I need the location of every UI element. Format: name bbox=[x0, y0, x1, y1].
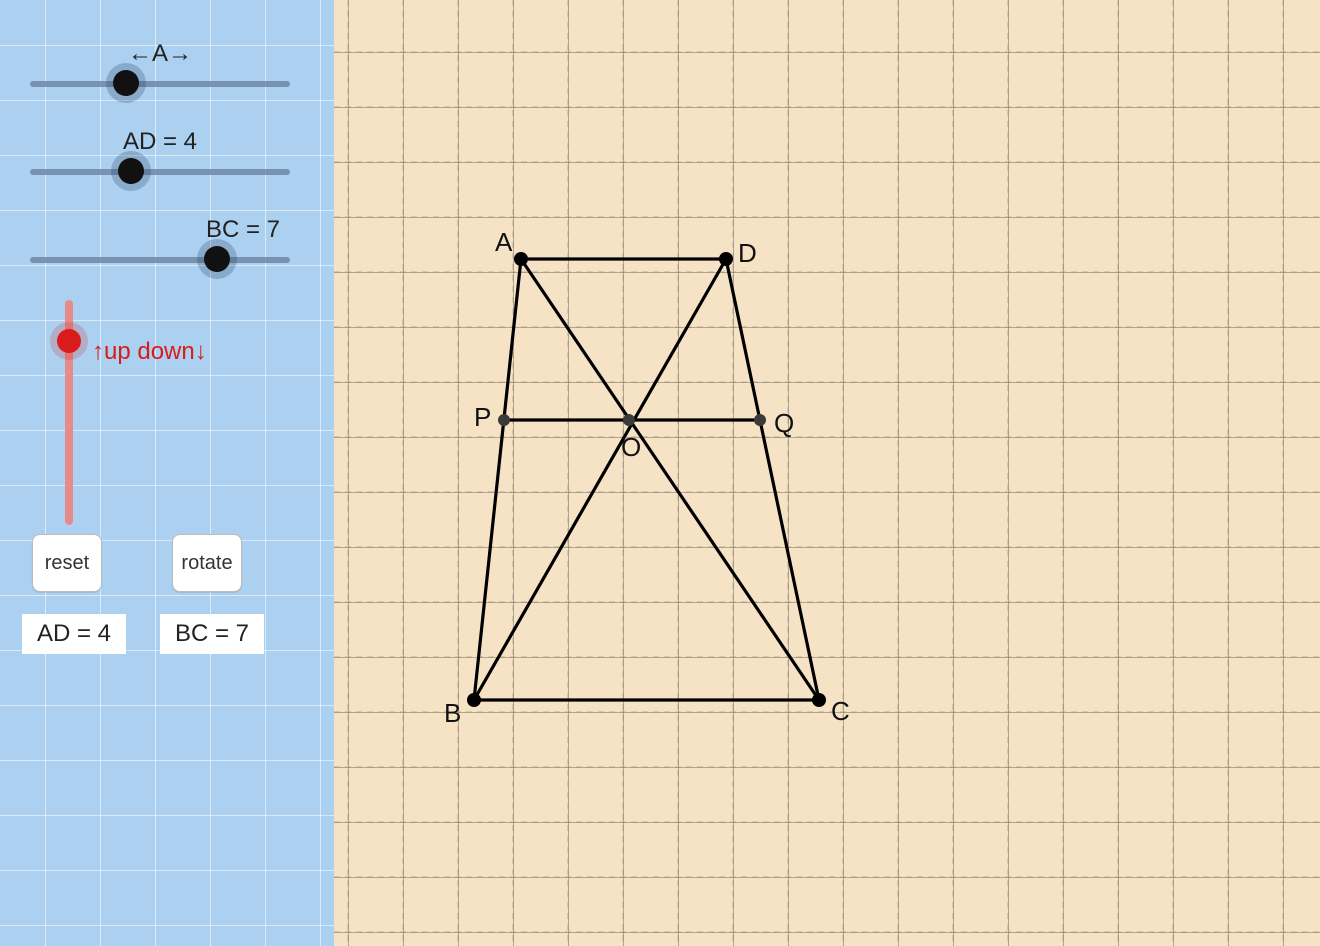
rotate-button-label: rotate bbox=[181, 552, 232, 575]
grid-lines bbox=[334, 0, 1320, 946]
label-Q: Q bbox=[774, 408, 794, 438]
slider-ad-thumb[interactable] bbox=[118, 158, 144, 184]
point-C bbox=[812, 693, 826, 707]
slider-a-thumb[interactable] bbox=[113, 70, 139, 96]
reset-button[interactable]: reset bbox=[32, 534, 102, 592]
edge-AC bbox=[521, 259, 819, 700]
label-A: A bbox=[495, 227, 513, 257]
slider-updown[interactable] bbox=[56, 300, 88, 525]
point-B bbox=[467, 693, 481, 707]
grid-vertical bbox=[348, 0, 1283, 946]
rotate-button[interactable]: rotate bbox=[172, 534, 242, 592]
point-Q bbox=[754, 414, 766, 426]
slider-ad[interactable]: AD = 4 bbox=[30, 128, 290, 182]
slider-bc-thumb[interactable] bbox=[204, 246, 230, 272]
reset-button-label: reset bbox=[45, 552, 89, 575]
slider-bc[interactable]: BC = 7 bbox=[30, 216, 290, 270]
readout-bc: BC = 7 bbox=[160, 614, 264, 654]
edge-BD bbox=[474, 259, 726, 700]
label-D: D bbox=[738, 238, 757, 268]
label-B: B bbox=[444, 698, 461, 728]
readout-bc-text: BC = 7 bbox=[175, 620, 249, 648]
slider-updown-thumb[interactable] bbox=[57, 329, 81, 353]
point-D bbox=[719, 252, 733, 266]
point-A bbox=[514, 252, 528, 266]
slider-ad-track[interactable] bbox=[30, 162, 290, 182]
grid-horizontal bbox=[334, 0, 1320, 932]
sidebar-panel: ←A→ AD = 4 BC = 7 ↑up down↓ res bbox=[0, 0, 334, 946]
point-O bbox=[623, 414, 635, 426]
geometry-svg: A D B C O P Q bbox=[334, 0, 1320, 946]
slider-a[interactable]: ←A→ bbox=[30, 40, 290, 94]
slider-updown-label: ↑up down↓ bbox=[92, 338, 207, 366]
readout-ad-text: AD = 4 bbox=[37, 620, 111, 648]
slider-bc-track[interactable] bbox=[30, 250, 290, 270]
slider-bc-label: BC = 7 bbox=[30, 216, 290, 244]
edge-AB bbox=[474, 259, 521, 700]
label-C: C bbox=[831, 696, 850, 726]
label-P: P bbox=[474, 402, 491, 432]
label-O: O bbox=[621, 432, 641, 462]
slider-a-track[interactable] bbox=[30, 74, 290, 94]
app-root: ←A→ AD = 4 BC = 7 ↑up down↓ res bbox=[0, 0, 1320, 946]
slider-a-label: ←A→ bbox=[30, 40, 290, 68]
readout-ad: AD = 4 bbox=[22, 614, 126, 654]
point-P bbox=[498, 414, 510, 426]
geometry-canvas[interactable]: A D B C O P Q bbox=[334, 0, 1320, 946]
slider-ad-label: AD = 4 bbox=[30, 128, 290, 156]
figure-edges bbox=[474, 259, 819, 700]
